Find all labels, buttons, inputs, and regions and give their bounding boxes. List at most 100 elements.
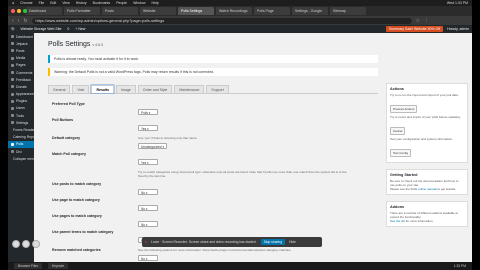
wp-logo-icon[interactable]: Ⓦ: [11, 27, 15, 32]
sidebar-item-catering-report[interactable]: Catering Report: [8, 134, 37, 141]
browser-tab[interactable]: Website: [140, 7, 176, 15]
settings-icon: [11, 121, 14, 125]
getting-started-title: Getting Started: [390, 173, 418, 177]
sidebar-item-pages[interactable]: Pages: [8, 62, 34, 69]
stop-icon[interactable]: [32, 240, 40, 248]
match-category-select[interactable]: Yes ▾: [138, 159, 158, 165]
browser-tab[interactable]: Sitemap: [330, 7, 366, 15]
sidebar-item-polls[interactable]: Polls: [8, 140, 34, 148]
toast-text: Loom · Screen Recorder: Screen share and…: [151, 240, 257, 244]
sidebar-item-forms-reader[interactable]: Forms Reader: [8, 126, 35, 133]
tab-results[interactable]: Results: [91, 85, 115, 93]
field-label: Preferred Poll Type: [52, 102, 85, 106]
howdy-user[interactable]: Howdy, admin: [447, 27, 469, 31]
sidebar-item-feedback[interactable]: Feedback: [8, 76, 34, 83]
stop-sharing-button[interactable]: Stop sharing: [260, 239, 286, 245]
browser-tab[interactable]: Dashboard: [26, 7, 62, 15]
maximize-window-icon[interactable]: [23, 9, 27, 13]
remove-matched-select[interactable]: No ▾: [138, 255, 158, 261]
main-content: Polls Settings v 4.6.3 Polls is almost r…: [34, 33, 472, 270]
menu-bookmarks[interactable]: Bookmarks: [93, 1, 111, 5]
tab-vote[interactable]: Vote: [72, 85, 90, 93]
sidebar-item-appearance[interactable]: Appearance: [8, 91, 34, 98]
cancel-button[interactable]: Cancel: [390, 127, 406, 135]
browser-tab[interactable]: Polls Page: [254, 7, 290, 15]
browser-tab[interactable]: Settings - Google: [292, 7, 328, 15]
process-actions-button[interactable]: Process Actions: [390, 105, 418, 113]
browser-tab-active[interactable]: Polls Settings: [178, 7, 214, 15]
tab-general[interactable]: General: [48, 85, 71, 93]
browser-tab[interactable]: Polls Formatter: [64, 7, 100, 15]
tab-support[interactable]: Support: [206, 85, 229, 93]
form-row: Poll Buttons Yes ▾ Use 'yes' if links to…: [52, 115, 352, 140]
sidebar-item-tools[interactable]: Tools: [8, 112, 34, 119]
form-row: Match Poll category Yes ▾ Try to match c…: [52, 149, 352, 179]
menu-people[interactable]: People: [116, 1, 127, 5]
sidebar-item-collapse[interactable]: Collapse menu: [8, 155, 36, 162]
settings-tabs: General Vote Results Image Order and Sty…: [48, 85, 378, 94]
sidebar-item-dashboard[interactable]: Dashboard: [8, 33, 34, 40]
hide-button[interactable]: Hide: [289, 240, 296, 244]
taskbar: Browser Files Keynote 1:33 PM: [8, 262, 472, 270]
menu-status: Wed 1:33 PM: [446, 1, 468, 5]
dock-item[interactable]: Browser Files: [14, 263, 42, 269]
field-description: Try to match categories using 'stored po…: [138, 170, 347, 178]
sidebar-item-users[interactable]: Users: [8, 105, 34, 112]
recorder-controls: [12, 240, 40, 248]
field-label: Poll Buttons: [52, 118, 74, 122]
actions-desc: Test your configuration and system infor…: [390, 137, 453, 141]
menu-view[interactable]: View: [62, 1, 70, 5]
address-bar[interactable]: https://www.website.com/wp-admin/options…: [31, 17, 412, 24]
dock-item[interactable]: Keynote: [47, 263, 69, 269]
form-row: Use pages to match category No ▾: [52, 211, 352, 227]
sidebar-item-label: Polls: [16, 142, 24, 147]
addons-desc: for more information.: [405, 219, 434, 223]
new-content-link[interactable]: + New: [75, 27, 85, 31]
forward-icon[interactable]: ›: [18, 18, 20, 24]
sidebar-item-divi[interactable]: Divi: [8, 148, 34, 155]
sidebar-item-media[interactable]: Media: [8, 55, 34, 62]
actions-desc: Try to revert and import of your polls b…: [390, 115, 461, 119]
divi-icon: [11, 150, 14, 154]
menu-app[interactable]: Chrome: [20, 1, 32, 5]
tab-image[interactable]: Image: [116, 85, 136, 93]
menu-file[interactable]: File: [39, 1, 45, 5]
star-icon[interactable]: ☆: [416, 18, 420, 24]
sidebar-item-settings[interactable]: Settings: [8, 119, 34, 126]
browser-tab[interactable]: Watch Recordings: [216, 7, 252, 15]
menu-window[interactable]: Window: [133, 1, 145, 5]
sidebar-item-label: Dashboard: [16, 34, 33, 39]
brush-icon: [11, 92, 14, 96]
comments-count[interactable]: 0: [67, 27, 69, 31]
apple-icon[interactable]: ●: [12, 1, 14, 5]
webcam-bubble-icon[interactable]: [12, 240, 20, 248]
sidebar-item-jetpack[interactable]: Jetpack: [8, 40, 34, 47]
poll-buttons-select[interactable]: Yes ▾: [138, 125, 158, 131]
menu-edit[interactable]: Edit: [50, 1, 56, 5]
test-config-button[interactable]: Test Config: [390, 149, 412, 157]
menu-help[interactable]: Help: [152, 1, 159, 5]
sale-banner-button[interactable]: Summary Sale! Website 30% Off: [386, 26, 444, 32]
browser-tab[interactable]: Posts: [102, 7, 138, 15]
close-window-icon[interactable]: [11, 9, 15, 13]
sidebar-item-plugins[interactable]: Plugins: [8, 98, 34, 105]
recording-dot-icon: ●: [145, 240, 147, 244]
addons-list-link[interactable]: See the list: [390, 219, 405, 223]
tab-order-and-style[interactable]: Order and Style: [137, 85, 173, 93]
sidebar-item-label: Donate: [16, 84, 27, 89]
online-manual-link[interactable]: online manual: [418, 187, 437, 191]
reload-icon[interactable]: ↻: [23, 18, 27, 24]
sidebar-item-comments[interactable]: Comments: [8, 69, 34, 76]
tab-maintenance[interactable]: Maintenance: [174, 85, 205, 93]
back-icon[interactable]: ‹: [12, 18, 14, 24]
menu-icon[interactable]: ⋮: [424, 18, 429, 24]
field-label: Match Poll category: [52, 152, 86, 156]
sidebar-item-donate[interactable]: Donate: [8, 83, 34, 90]
site-name-link[interactable]: Website Storage Web Site: [21, 27, 62, 31]
form-row: Use page to match category No ▾: [52, 195, 352, 211]
field-label: Use parent terms to match category: [52, 230, 114, 234]
menu-history[interactable]: History: [76, 1, 87, 5]
sidebar-item-posts[interactable]: Posts: [8, 47, 34, 54]
minimize-window-icon[interactable]: [17, 9, 21, 13]
pause-icon[interactable]: [22, 240, 30, 248]
